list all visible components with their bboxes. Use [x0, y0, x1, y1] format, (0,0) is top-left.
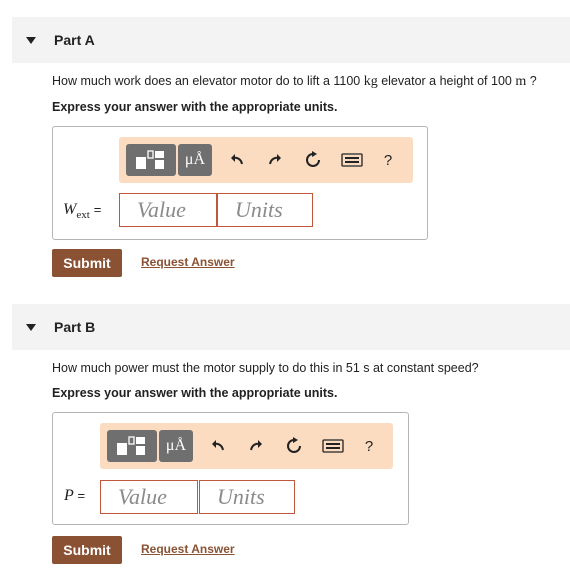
- collapse-caret-icon[interactable]: [26, 324, 36, 331]
- part-b-request-answer-link[interactable]: Request Answer: [141, 542, 235, 556]
- templates-icon: [136, 150, 164, 169]
- part-b-submit-button[interactable]: Submit: [52, 536, 122, 564]
- reset-icon[interactable]: [302, 149, 324, 171]
- part-a-title: Part A: [54, 32, 95, 48]
- part-a-instruction: Express your answer with the appropriate…: [52, 100, 338, 114]
- collapse-caret-icon[interactable]: [26, 37, 36, 44]
- part-b-answer-box: μÅ ? P =: [52, 412, 409, 525]
- undo-icon[interactable]: [226, 149, 248, 171]
- help-button[interactable]: ?: [377, 149, 399, 171]
- part-b-value-input[interactable]: [100, 480, 198, 514]
- part-a-header[interactable]: Part A: [12, 17, 570, 63]
- part-a-toolbar: μÅ ?: [119, 137, 413, 183]
- part-b-units-input[interactable]: [199, 480, 295, 514]
- undo-icon[interactable]: [207, 435, 229, 457]
- symbols-button[interactable]: μÅ: [178, 144, 212, 176]
- templates-button[interactable]: [107, 430, 157, 462]
- redo-icon[interactable]: [245, 435, 267, 457]
- part-a-variable-label: Wext =: [63, 201, 102, 222]
- part-b-instruction: Express your answer with the appropriate…: [52, 386, 338, 400]
- part-a-request-answer-link[interactable]: Request Answer: [141, 255, 235, 269]
- keyboard-icon[interactable]: [321, 435, 345, 457]
- part-b-toolbar: μÅ ?: [100, 423, 393, 469]
- symbols-button[interactable]: μÅ: [159, 430, 193, 462]
- part-b-title: Part B: [54, 319, 96, 335]
- part-a-answer-box: μÅ ? Wext =: [52, 126, 428, 240]
- templates-icon: [117, 436, 145, 455]
- reset-icon[interactable]: [283, 435, 305, 457]
- help-button[interactable]: ?: [358, 435, 380, 457]
- part-a-question: How much work does an elevator motor do …: [52, 74, 537, 89]
- part-b-question: How much power must the motor supply to …: [52, 361, 479, 375]
- part-b-header[interactable]: Part B: [12, 304, 570, 350]
- redo-icon[interactable]: [264, 149, 286, 171]
- keyboard-icon[interactable]: [340, 149, 364, 171]
- templates-button[interactable]: [126, 144, 176, 176]
- part-a-submit-button[interactable]: Submit: [52, 249, 122, 277]
- part-a-units-input[interactable]: [217, 193, 313, 227]
- part-a-value-input[interactable]: [119, 193, 217, 227]
- part-b-variable-label: P =: [64, 487, 86, 504]
